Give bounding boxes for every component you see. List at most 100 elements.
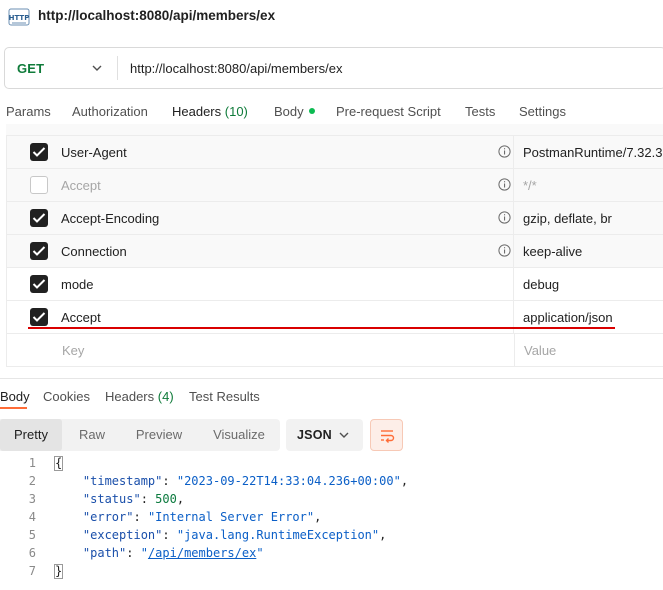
line-number: 3 — [28, 492, 36, 506]
checkmark-icon — [32, 312, 46, 322]
header-value[interactable]: keep-alive — [523, 244, 582, 259]
info-icon[interactable] — [498, 211, 511, 224]
column-divider — [513, 202, 514, 235]
tab-settings[interactable]: Settings — [519, 104, 566, 119]
header-checkbox[interactable] — [30, 275, 48, 293]
url-input[interactable]: http://localhost:8080/api/members/ex — [130, 61, 342, 76]
header-row: Accept */* — [6, 169, 663, 202]
header-value[interactable]: PostmanRuntime/7.32.3 — [523, 145, 662, 160]
code-line: 1 { — [0, 456, 663, 474]
response-tab-headers-label: Headers — [105, 389, 155, 404]
header-key[interactable]: mode — [61, 277, 94, 292]
header-key[interactable]: Connection — [61, 244, 127, 259]
column-divider — [513, 301, 514, 334]
checkmark-icon — [32, 213, 46, 223]
json-key: "exception" — [82, 528, 163, 542]
chevron-down-icon[interactable] — [90, 61, 104, 75]
header-key[interactable]: Accept — [61, 310, 101, 325]
info-icon[interactable] — [498, 178, 511, 191]
info-icon[interactable] — [498, 244, 511, 257]
header-value[interactable]: gzip, deflate, br — [523, 211, 612, 226]
format-select[interactable]: JSON — [286, 419, 363, 451]
method-select[interactable]: GET — [17, 61, 44, 76]
header-value[interactable]: */* — [523, 178, 537, 193]
code-text: { — [54, 456, 64, 471]
line-number: 5 — [28, 528, 36, 542]
checkmark-icon — [32, 279, 46, 289]
response-divider[interactable] — [0, 378, 663, 379]
json-path-link[interactable]: /api/members/ex — [148, 546, 256, 560]
view-raw-button[interactable]: Raw — [66, 419, 118, 451]
wrap-lines-button[interactable] — [370, 419, 403, 451]
wrap-lines-icon — [381, 430, 395, 443]
header-checkbox[interactable] — [30, 176, 48, 194]
response-tab-test-results[interactable]: Test Results — [189, 389, 260, 404]
response-tab-headers-count: (4) — [157, 389, 174, 404]
code-line: 7 } — [0, 564, 663, 582]
header-checkbox[interactable] — [30, 209, 48, 227]
view-mode-bar: Pretty Raw Preview Visualize — [0, 419, 280, 451]
json-quote: " — [140, 546, 148, 560]
json-key: "error" — [82, 510, 134, 524]
column-divider — [513, 136, 514, 169]
tab-params[interactable]: Params — [6, 104, 51, 119]
json-number: 500 — [155, 492, 177, 506]
header-key[interactable]: User-Agent — [61, 145, 127, 160]
header-value[interactable]: debug — [523, 277, 559, 292]
code-line: 2 "timestamp": "2023-09-22T14:33:04.236+… — [0, 474, 663, 492]
close-brace: } — [54, 564, 64, 579]
body-indicator-dot — [308, 108, 315, 114]
code-line: 3 "status": 500, — [0, 492, 663, 510]
chevron-down-icon — [339, 432, 349, 438]
header-checkbox-cell — [6, 169, 52, 202]
tab-tests[interactable]: Tests — [465, 104, 495, 119]
header-checkbox-cell — [6, 202, 52, 235]
header-checkbox[interactable] — [30, 242, 48, 260]
tab-authorization[interactable]: Authorization — [72, 104, 148, 119]
header-key[interactable]: Accept-Encoding — [61, 211, 159, 226]
response-tab-cookies[interactable]: Cookies — [43, 389, 90, 404]
response-tab-headers[interactable]: Headers (4) — [105, 389, 174, 404]
request-title: http://localhost:8080/api/members/ex — [38, 8, 276, 23]
code-line: 4 "error": "Internal Server Error", — [0, 510, 663, 528]
header-row: Accept application/json — [6, 301, 663, 334]
header-checkbox[interactable] — [30, 143, 48, 161]
tab-pre-request-script[interactable]: Pre-request Script — [336, 104, 441, 119]
code-text: "status": 500, — [82, 492, 185, 506]
new-header-row: Key Value — [6, 334, 663, 367]
tab-headers[interactable]: Headers (10) — [172, 104, 248, 119]
code-text: "timestamp": "2023-09-22T14:33:04.236+00… — [82, 474, 409, 488]
json-string: "Internal Server Error" — [147, 510, 315, 524]
active-response-tab-indicator — [0, 407, 27, 409]
checkmark-icon — [32, 246, 46, 256]
view-preview-button[interactable]: Preview — [126, 419, 192, 451]
code-line: 6 "path": "/api/members/ex" — [0, 546, 663, 564]
tab-body[interactable]: Body — [274, 104, 315, 119]
header-key[interactable]: Accept — [61, 178, 101, 193]
code-text: "error": "Internal Server Error", — [82, 510, 322, 524]
header-checkbox[interactable] — [30, 308, 48, 326]
line-number: 6 — [28, 546, 36, 560]
new-header-value-input[interactable]: Value — [524, 343, 556, 358]
tab-headers-count: (10) — [224, 104, 248, 119]
json-quote: " — [256, 546, 264, 560]
title-bar: HTTP http://localhost:8080/api/members/e… — [0, 0, 663, 36]
response-tab-body[interactable]: Body — [0, 389, 30, 404]
json-string: "java.lang.RuntimeException" — [176, 528, 380, 542]
view-pretty-button[interactable]: Pretty — [0, 419, 62, 451]
view-visualize-button[interactable]: Visualize — [200, 419, 278, 451]
code-text: "path": "/api/members/ex" — [82, 546, 264, 560]
checkmark-icon — [32, 147, 46, 157]
column-divider — [513, 235, 514, 268]
new-header-key-input[interactable]: Key — [62, 343, 84, 358]
table-row-partial — [6, 124, 663, 136]
header-row: Connection keep-alive — [6, 235, 663, 268]
info-icon[interactable] — [498, 145, 511, 158]
code-text: "exception": "java.lang.RuntimeException… — [82, 528, 387, 542]
header-value[interactable]: application/json — [523, 310, 613, 325]
code-text: } — [54, 564, 64, 579]
json-string: "2023-09-22T14:33:04.236+00:00" — [176, 474, 401, 488]
header-checkbox-cell — [6, 268, 52, 301]
http-request-icon: HTTP — [8, 8, 30, 26]
open-brace: { — [54, 456, 64, 471]
